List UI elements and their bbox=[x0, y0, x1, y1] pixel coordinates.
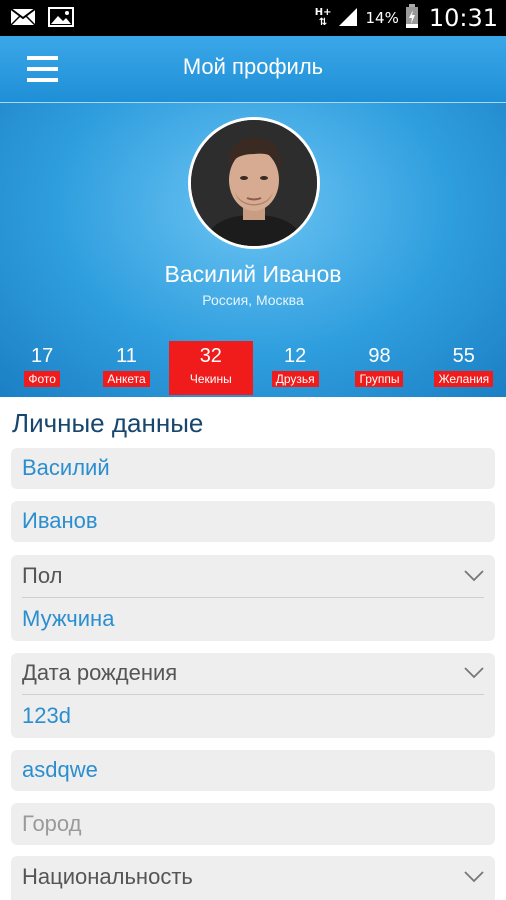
stat-checkins[interactable]: 32 Чекины bbox=[168, 341, 253, 395]
stats-bar: 17 Фото 11 Анкета 32 Чекины 12 Друзья 98… bbox=[0, 341, 506, 395]
stat-count: 17 bbox=[31, 345, 54, 367]
stat-label: Группы bbox=[355, 371, 404, 387]
chevron-down-icon[interactable] bbox=[464, 871, 484, 883]
divider bbox=[22, 694, 484, 695]
stat-count: 98 bbox=[368, 345, 391, 367]
last-name-value: Иванов bbox=[22, 508, 98, 533]
stat-count: 11 bbox=[116, 345, 137, 367]
section-title: Личные данные bbox=[12, 408, 204, 438]
battery-percent: 14% bbox=[365, 9, 399, 27]
signal-icon bbox=[337, 6, 359, 30]
image-icon bbox=[48, 7, 74, 31]
city-field[interactable]: Город bbox=[11, 803, 495, 845]
birthdate-label: Дата рождения bbox=[22, 660, 178, 685]
profile-header: Василий Иванов Россия, Москва 17 Фото 11… bbox=[0, 103, 506, 397]
birthdate-select[interactable]: Дата рождения 123d bbox=[11, 653, 495, 738]
battery-icon bbox=[405, 4, 419, 32]
nationality-label: Национальность bbox=[22, 864, 193, 889]
user-location: Россия, Москва bbox=[202, 292, 304, 308]
stat-count: 12 bbox=[284, 345, 307, 367]
gender-select[interactable]: Пол Мужчина bbox=[11, 555, 495, 641]
stat-label: Анкета bbox=[103, 371, 150, 387]
city-placeholder: Город bbox=[22, 811, 82, 836]
stat-friends[interactable]: 12 Друзья bbox=[253, 341, 337, 395]
extra-value: asdqwe bbox=[22, 757, 98, 782]
gender-label: Пол bbox=[22, 563, 63, 588]
stat-count: 55 bbox=[452, 345, 475, 367]
mail-icon bbox=[10, 7, 36, 31]
extra-field[interactable]: asdqwe bbox=[11, 750, 495, 791]
page-title: Мой профиль bbox=[182, 54, 324, 79]
stat-photos[interactable]: 17 Фото bbox=[0, 341, 84, 395]
stat-groups[interactable]: 98 Группы bbox=[337, 341, 421, 395]
user-name: Василий Иванов bbox=[164, 261, 342, 287]
birthdate-value: 123d bbox=[22, 703, 71, 728]
divider bbox=[22, 597, 484, 598]
stat-label: Желания bbox=[434, 371, 494, 387]
status-bar: H+ ⇅ 14% 10:31 bbox=[0, 0, 506, 36]
first-name-field[interactable]: Василий bbox=[11, 448, 495, 489]
chevron-down-icon[interactable] bbox=[464, 667, 484, 679]
gender-value: Мужчина bbox=[22, 606, 115, 631]
stat-profile[interactable]: 11 Анкета bbox=[84, 341, 168, 395]
last-name-field[interactable]: Иванов bbox=[11, 501, 495, 542]
nationality-select[interactable]: Национальность bbox=[11, 856, 495, 900]
app-bar: Мой профиль bbox=[0, 36, 506, 103]
clock: 10:31 bbox=[428, 4, 498, 32]
avatar[interactable] bbox=[188, 117, 320, 249]
chevron-down-icon[interactable] bbox=[464, 570, 484, 582]
stat-wishes[interactable]: 55 Желания bbox=[422, 341, 506, 395]
first-name-value: Василий bbox=[22, 455, 110, 480]
stat-label: Друзья bbox=[271, 371, 319, 387]
stat-label: Чекины bbox=[185, 371, 236, 387]
network-indicator: H+ ⇅ bbox=[314, 7, 332, 28]
stat-count: 32 bbox=[199, 345, 222, 367]
stat-label: Фото bbox=[24, 371, 60, 387]
